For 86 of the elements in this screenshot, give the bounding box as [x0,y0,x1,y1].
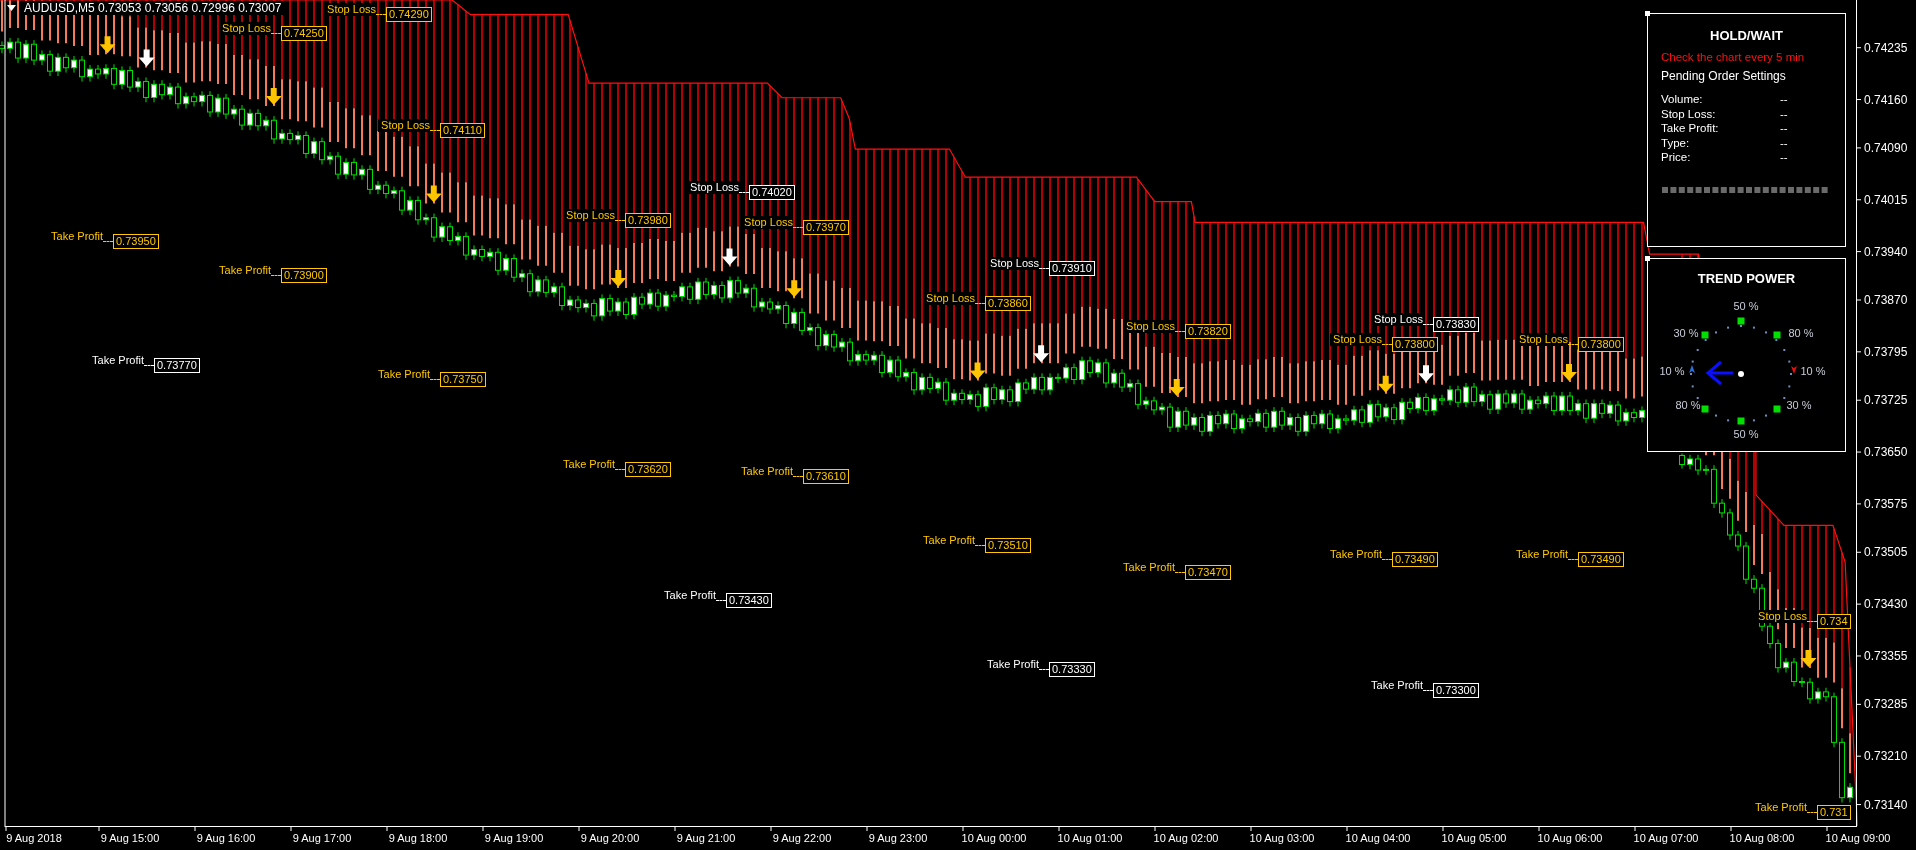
time-axis-label: 10 Aug 02:00 [1153,832,1219,844]
time-axis-label: 10 Aug 01:00 [1057,832,1123,844]
field-label: Take Profit: [1661,121,1720,136]
scale-label: 50 % [1733,300,1759,312]
price-annotation: Stop Loss 0.73800 [1508,333,1624,353]
time-axis-label: 9 Aug 16:00 [196,832,256,844]
time-axis-label: 9 Aug 20:00 [580,832,640,844]
price-axis-label: 0.74015 [1864,192,1908,207]
price-axis-label: 0.73650 [1864,445,1908,460]
price-annotation: Take Profit 0.73770 [84,354,200,374]
time-axis-label: 10 Aug 08:00 [1729,832,1795,844]
time-axis-label: 9 Aug 15:00 [100,832,160,844]
scale-label: 80 % [1788,327,1814,339]
price-annotation: Take Profit 0.73950 [43,229,159,249]
panel-title: TREND POWER [1696,271,1797,286]
panel-title: HOLD/WAIT [1709,28,1784,43]
price-annotation: Stop Loss 0.74250 [211,22,327,42]
price-annotation: Take Profit 0.73750 [370,367,486,387]
scale-label: 10 % [1800,365,1826,377]
price-annotation: Take Profit 0.73510 [915,533,1031,553]
time-axis-label: 10 Aug 07:00 [1633,832,1699,844]
price-axis-label: 0.73430 [1864,597,1908,612]
scale-label: 30 % [1673,327,1699,339]
price-axis-label: 0.73140 [1864,797,1908,812]
price-annotation: Take Profit 0.73900 [211,264,327,284]
price-annotation: Take Profit 0.731 [1747,801,1851,820]
scale-label: 80 % [1675,399,1701,411]
field-value: -- [1780,135,1788,150]
price-axis-label: 0.73210 [1864,749,1908,764]
time-axis-label: 10 Aug 05:00 [1441,832,1507,844]
price-axis-label: 0.73285 [1864,697,1908,712]
price-annotation: Take Profit 0.73490 [1322,547,1438,567]
price-annotation: Stop Loss 0.74290 [316,3,432,22]
notice-text: Check the chart every 5 min [1661,51,1806,63]
time-axis-label: 10 Aug 04:00 [1345,832,1411,844]
price-annotation: Stop Loss 0.73820 [1115,319,1231,339]
time-axis-label: 9 Aug 21:00 [676,832,736,844]
price-annotation: Stop Loss 0.73860 [915,291,1031,311]
price-annotation: Stop Loss 0.734 [1747,609,1851,629]
price-annotation: Take Profit 0.73430 [656,589,772,609]
price-annotation: Stop Loss 0.74110 [370,119,485,139]
time-axis-label: 9 Aug 17:00 [292,832,352,844]
price-annotation: Take Profit 0.73300 [1363,678,1479,698]
panel-subtitle: Pending Order Settings [1661,69,1787,83]
time-axis-label: 9 Aug 18:00 [388,832,448,844]
field-label: Volume: [1661,92,1704,107]
time-axis-label: 9 Aug 23:00 [868,832,928,844]
price-axis-label: 0.73725 [1864,393,1908,408]
price-axis-label: 0.73940 [1864,244,1908,259]
time-axis-label: 10 Aug 06:00 [1537,832,1603,844]
price-axis-label: 0.73505 [1864,545,1908,560]
price-annotation: Take Profit 0.73470 [1115,561,1231,581]
price-annotation: Stop Loss 0.74020 [679,181,795,201]
scale-label: 50 % [1733,428,1759,440]
price-axis-label: 0.74235 [1864,40,1908,55]
time-axis-label: 9 Aug 19:00 [484,832,544,844]
price-annotation: Stop Loss 0.73970 [733,215,849,235]
scale-label: 10 % [1659,365,1685,377]
price-axis-label: 0.74160 [1864,92,1908,107]
field-label: Type: [1661,135,1691,150]
price-annotation: Stop Loss 0.73800 [1322,333,1438,353]
field-label: Stop Loss: [1661,106,1717,121]
time-axis-label: 9 Aug 22:00 [772,832,832,844]
field-value: -- [1780,121,1788,136]
price-axis-label: 0.73870 [1864,293,1908,307]
price-annotation: Take Profit 0.73610 [733,464,849,484]
time-axis-label: 10 Aug 00:00 [961,832,1027,844]
time-axis-label: 10 Aug 09:00 [1825,832,1891,844]
price-annotation: Stop Loss 0.73980 [555,208,671,228]
symbol-header: AUDUSD,M5 0.73053 0.73056 0.72996 0.73007 [22,1,284,15]
field-label: Price: [1661,150,1692,165]
price-annotation: Take Profit 0.73490 [1508,547,1624,567]
price-annotation: Stop Loss 0.73830 [1363,312,1479,332]
price-annotation: Take Profit 0.73620 [555,457,671,477]
price-axis-label: 0.74090 [1864,140,1908,155]
price-annotation: Take Profit 0.73330 [979,658,1095,678]
field-value: -- [1780,150,1788,165]
field-value: -- [1780,106,1788,121]
price-axis-label: 0.73355 [1864,648,1908,663]
scale-label: 30 % [1786,399,1812,411]
price-axis-label: 0.73575 [1864,496,1908,511]
price-annotation: Stop Loss 0.73910 [979,257,1095,277]
time-axis-label: 10 Aug 03:00 [1249,832,1315,844]
price-axis-label: 0.73795 [1864,344,1908,359]
field-value: -- [1780,92,1788,107]
time-axis-label: 9 Aug 2018 [6,832,62,844]
